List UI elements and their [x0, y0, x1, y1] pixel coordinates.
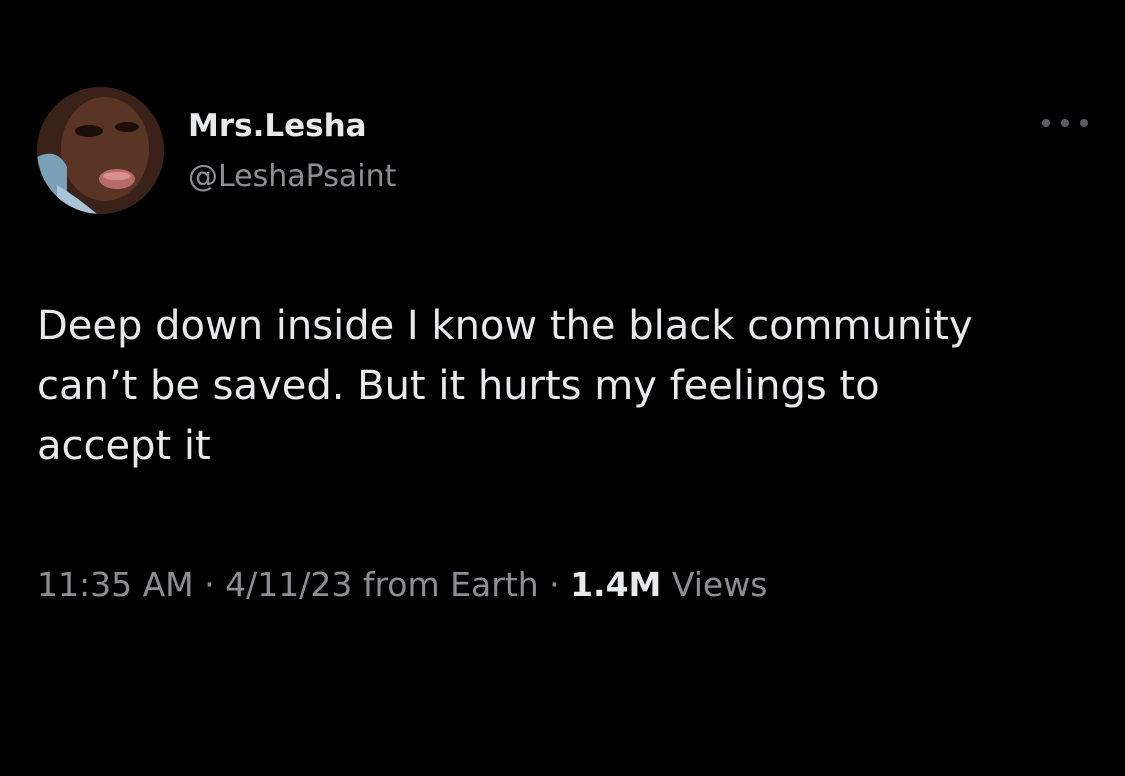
- tweet-text: Deep down inside I know the black commun…: [37, 303, 973, 469]
- more-dot: [1061, 119, 1069, 127]
- tweet-meta: 11:35 AM · 4/11/23 from Earth · 1.4M Vie…: [37, 563, 767, 607]
- views-label: Views: [661, 565, 768, 604]
- tweet-card: Mrs.Lesha @LeshaPsaint Deep down inside …: [0, 0, 1125, 776]
- display-name[interactable]: Mrs.Lesha: [188, 106, 367, 146]
- more-dot: [1080, 119, 1088, 127]
- tweet-date-source[interactable]: 4/11/23 from Earth: [225, 565, 538, 604]
- tweet-time[interactable]: 11:35 AM: [37, 565, 194, 604]
- avatar-photo: [37, 87, 164, 214]
- more-options-icon[interactable]: [1042, 106, 1088, 140]
- avatar[interactable]: [37, 87, 164, 214]
- meta-separator: ·: [538, 565, 571, 604]
- views-count: 1.4M: [570, 565, 662, 604]
- more-dot: [1042, 119, 1050, 127]
- user-handle[interactable]: @LeshaPsaint: [188, 157, 396, 197]
- meta-separator: ·: [193, 565, 226, 604]
